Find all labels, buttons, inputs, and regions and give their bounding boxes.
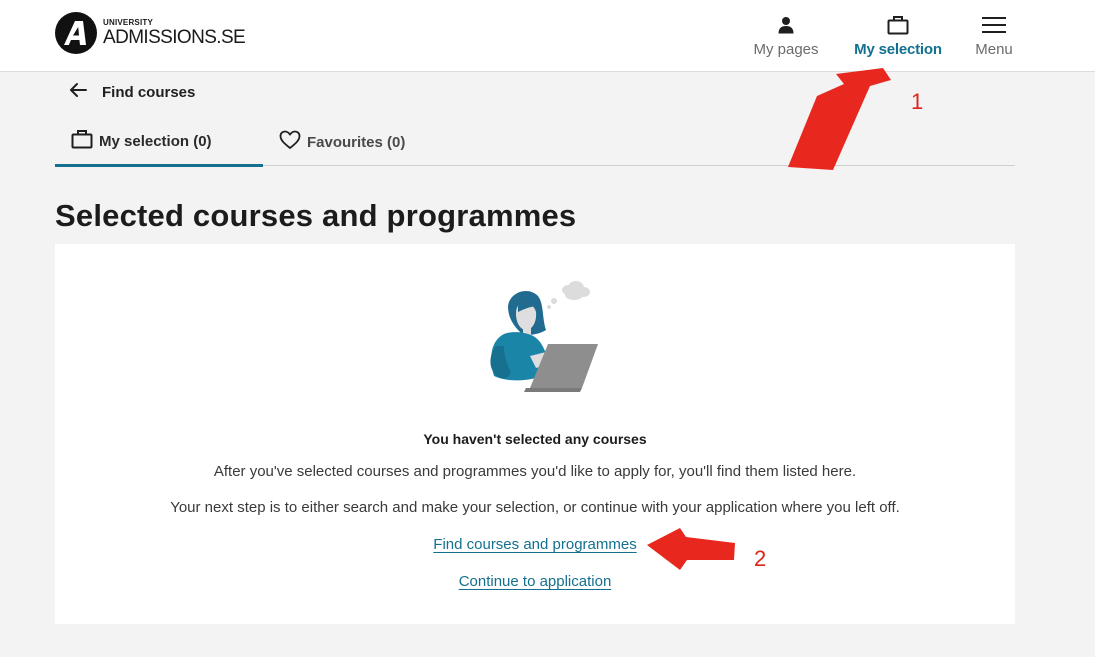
person-icon	[777, 12, 795, 38]
nav-menu-label: Menu	[975, 41, 1013, 58]
logo-big-text: ADMISSIONS.SE	[103, 27, 246, 48]
tab-favourites-label: Favourites (0)	[307, 133, 406, 151]
nav-my-selection-label: My selection	[854, 41, 942, 58]
tab-favourites[interactable]: Favourites (0)	[279, 118, 439, 166]
tab-my-selection[interactable]: My selection (0)	[55, 118, 263, 167]
empty-selection-card: You haven't selected any courses After y…	[55, 244, 1015, 624]
nav-my-pages[interactable]: My pages	[748, 12, 824, 58]
nav-my-selection[interactable]: My selection	[850, 12, 946, 58]
annotation-marker-1: 1	[911, 89, 924, 114]
logo-wordmark: UNIVERSITY ADMISSIONS.SE	[103, 18, 246, 48]
site-logo[interactable]: UNIVERSITY ADMISSIONS.SE	[55, 12, 246, 54]
continue-link-row: Continue to application	[55, 573, 1015, 590]
heart-icon	[279, 130, 301, 154]
find-courses-link-row: Find courses and programmes	[55, 536, 1015, 553]
empty-state-next-step-text: Your next step is to either search and m…	[170, 499, 900, 516]
continue-to-application-link[interactable]: Continue to application	[459, 573, 612, 590]
empty-state-text: After you've selected courses and progra…	[213, 463, 857, 480]
nav-menu[interactable]: Menu	[970, 12, 1018, 58]
selection-tabs: My selection (0) Favourites (0)	[55, 118, 1015, 167]
back-to-find-courses-link[interactable]: Find courses	[68, 82, 195, 102]
tab-my-selection-label: My selection (0)	[99, 132, 212, 150]
nav-my-pages-label: My pages	[753, 41, 819, 58]
annotation-marker-2: 2	[754, 546, 767, 571]
briefcase-icon	[71, 129, 93, 153]
person-with-laptop-illustration	[470, 276, 630, 406]
site-header: UNIVERSITY ADMISSIONS.SE My pages My sel…	[0, 0, 1095, 72]
empty-state-title: You haven't selected any courses	[423, 431, 647, 447]
page-title: Selected courses and programmes	[55, 198, 577, 233]
briefcase-icon	[887, 12, 909, 38]
back-link-label: Find courses	[102, 83, 196, 101]
arrow-left-icon	[68, 82, 88, 102]
find-courses-and-programmes-link[interactable]: Find courses and programmes	[433, 536, 636, 553]
hamburger-icon	[982, 12, 1006, 38]
logo-small-text: UNIVERSITY	[103, 18, 154, 27]
logo-a-icon	[55, 12, 97, 54]
